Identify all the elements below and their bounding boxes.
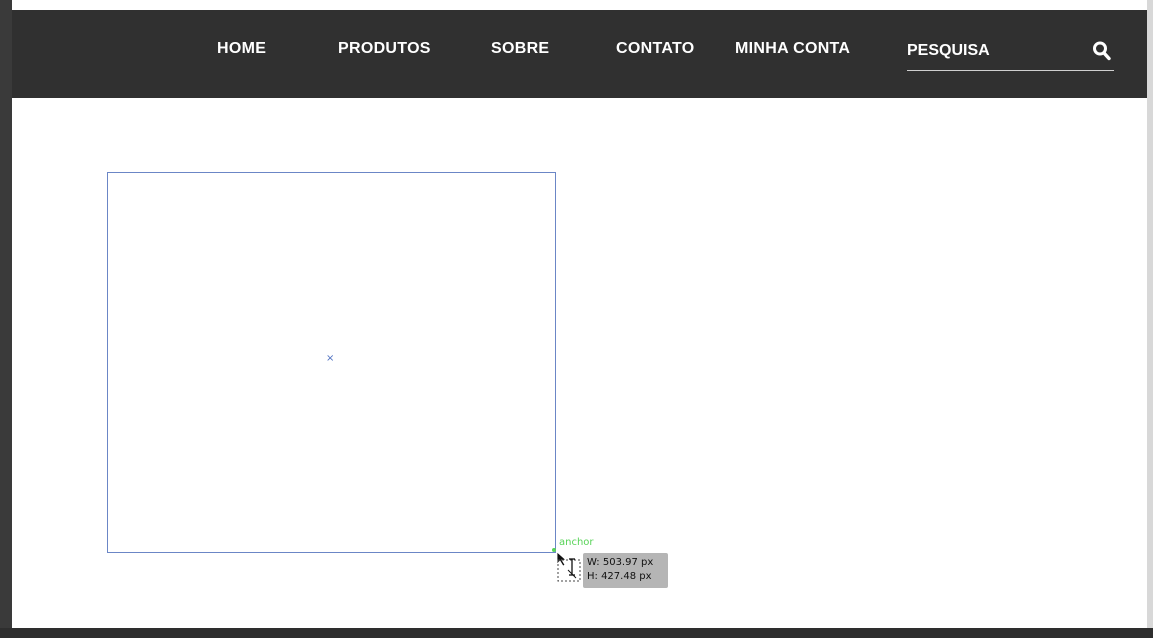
right-window-edge [1147, 0, 1153, 638]
top-strip [0, 0, 1153, 10]
bottom-bar [0, 628, 1153, 638]
search-icon[interactable] [1092, 40, 1112, 62]
center-point-marker: × [326, 353, 335, 364]
anchor-label: anchor [559, 537, 594, 548]
size-tooltip: W: 503.97 px H: 427.48 px [583, 553, 668, 588]
nav-item-produtos[interactable]: PRODUTOS [338, 40, 431, 58]
left-window-edge [0, 0, 12, 638]
nav-item-sobre[interactable]: SOBRE [491, 40, 549, 58]
nav-item-minha-conta[interactable]: MINHA CONTA [735, 40, 850, 58]
search-input[interactable] [907, 40, 1077, 62]
tooltip-width: W: 503.97 px [587, 557, 654, 568]
cursor-icon [556, 551, 586, 583]
search-box [907, 34, 1114, 71]
nav-item-home[interactable]: HOME [217, 40, 266, 58]
page-frame: HOME PRODUTOS SOBRE CONTATO MINHA CONTA … [0, 0, 1153, 638]
nav-item-contato[interactable]: CONTATO [616, 40, 695, 58]
top-navbar: HOME PRODUTOS SOBRE CONTATO MINHA CONTA [12, 10, 1147, 98]
tooltip-height: H: 427.48 px [587, 571, 652, 582]
